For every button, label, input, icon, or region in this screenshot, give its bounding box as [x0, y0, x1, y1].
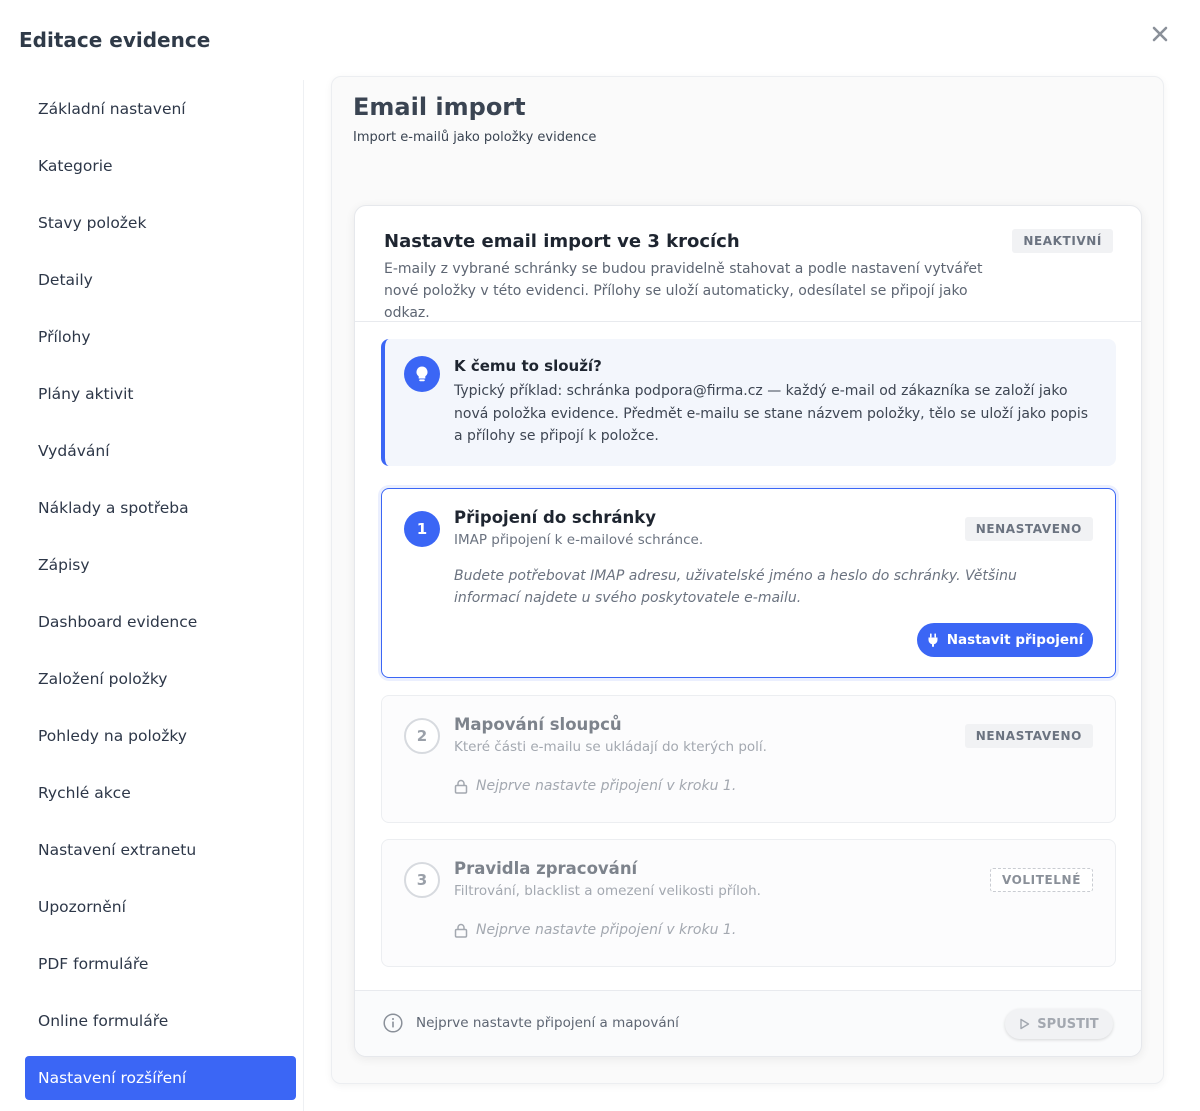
info-title: K čemu to slouží?	[454, 357, 602, 375]
info-box: K čemu to slouží? Typický příklad: schrá…	[381, 339, 1116, 466]
sidebar-item-naklady-a-spotreba[interactable]: Náklady a spotřeba	[25, 486, 296, 530]
step-card-connection: 1 Připojení do schránky IMAP připojení k…	[381, 488, 1116, 678]
page-subtitle: Import e-mailů jako položky evidence	[353, 130, 597, 145]
locked-text: Nejprve nastavte připojení v kroku 1.	[476, 778, 737, 794]
sidebar-item-zapisy[interactable]: Zápisy	[25, 543, 296, 587]
play-icon	[1020, 1018, 1030, 1030]
setup-description: E-maily z vybrané schránky se budou prav…	[384, 261, 983, 321]
setup-connection-label: Nastavit připojení	[946, 632, 1084, 648]
setup-header: Nastavte email import ve 3 krocích E-mai…	[355, 206, 1141, 322]
step-number: 3	[404, 862, 440, 898]
setup-card: Nastavte email import ve 3 krocích E-mai…	[354, 205, 1142, 1057]
lock-icon	[454, 779, 468, 794]
setup-connection-button[interactable]: Nastavit připojení	[917, 623, 1093, 657]
step-subtitle: Filtrování, blacklist a omezení velikost…	[454, 883, 761, 899]
sidebar: Základní nastavení Kategorie Stavy polož…	[0, 80, 304, 1111]
step-subtitle: IMAP připojení k e-mailové schránce.	[454, 532, 704, 548]
sidebar-item-plany-aktivit[interactable]: Plány aktivit	[25, 372, 296, 416]
locked-message: Nejprve nastavte připojení v kroku 1.	[454, 922, 736, 938]
step-number: 1	[404, 511, 440, 547]
step-note: Budete potřebovat IMAP adresu, uživatels…	[454, 568, 1017, 606]
sidebar-item-rychle-akce[interactable]: Rychlé akce	[25, 771, 296, 815]
sidebar-item-pdf-formulare[interactable]: PDF formuláře	[25, 942, 296, 986]
close-icon[interactable]	[1148, 22, 1172, 46]
locked-text: Nejprve nastavte připojení v kroku 1.	[476, 922, 737, 938]
sidebar-item-kategorie[interactable]: Kategorie	[25, 144, 296, 188]
step-status-badge: NENASTAVENO	[964, 517, 1093, 541]
sidebar-item-nastaveni-rozsireni[interactable]: Nastavení rozšíření	[25, 1056, 296, 1100]
sidebar-item-vydavani[interactable]: Vydávání	[25, 429, 296, 473]
locked-message: Nejprve nastavte připojení v kroku 1.	[454, 778, 736, 794]
sidebar-item-stavy-polozek[interactable]: Stavy položek	[25, 201, 296, 245]
setup-title: Nastavte email import ve 3 krocích	[384, 231, 740, 252]
step-title: Připojení do schránky	[454, 508, 657, 527]
lightbulb-icon	[404, 356, 440, 392]
sidebar-item-dashboard-evidence[interactable]: Dashboard evidence	[25, 600, 296, 644]
step-title: Pravidla zpracování	[454, 859, 638, 878]
run-button[interactable]: SPUSTIT	[1005, 1009, 1113, 1039]
info-text: Typický příklad: schránka podpora@firma.…	[454, 383, 1089, 444]
step-number: 2	[404, 718, 440, 754]
step-title: Mapování sloupců	[454, 715, 622, 734]
sidebar-item-detaily[interactable]: Detaily	[25, 258, 296, 302]
sidebar-item-prilohy[interactable]: Přílohy	[25, 315, 296, 359]
lock-icon	[454, 923, 468, 938]
setup-footer: Nejprve nastavte připojení a mapování SP…	[355, 990, 1141, 1056]
sidebar-item-online-formulare[interactable]: Online formuláře	[25, 999, 296, 1043]
step-optional-badge: VOLITELNÉ	[989, 868, 1093, 892]
email-import-panel: Email import Import e-mailů jako položky…	[331, 76, 1164, 1084]
page-title: Email import	[353, 93, 526, 121]
status-badge: NEAKTIVNÍ	[1012, 229, 1113, 253]
sidebar-item-upozorneni[interactable]: Upozornění	[25, 885, 296, 929]
footer-message-text: Nejprve nastavte připojení a mapování	[416, 1015, 679, 1031]
run-button-label: SPUSTIT	[1037, 1016, 1099, 1032]
sidebar-item-zakladni-nastaveni[interactable]: Základní nastavení	[25, 87, 296, 131]
sidebar-item-zalozeni-polozky[interactable]: Založení položky	[25, 657, 296, 701]
step-status-badge: NENASTAVENO	[964, 724, 1093, 748]
step-subtitle: Které části e-mailu se ukládají do který…	[454, 739, 767, 755]
sidebar-item-pohledy-na-polozky[interactable]: Pohledy na položky	[25, 714, 296, 758]
info-icon	[383, 1013, 403, 1033]
step-card-mapping: 2 Mapování sloupců Které části e-mailu s…	[381, 695, 1116, 823]
footer-message: Nejprve nastavte připojení a mapování	[383, 1013, 679, 1033]
sidebar-item-nastaveni-extranetu[interactable]: Nastavení extranetu	[25, 828, 296, 872]
dialog-title: Editace evidence	[19, 28, 211, 52]
step-card-rules: 3 Pravidla zpracování Filtrování, blackl…	[381, 839, 1116, 967]
plug-icon	[928, 633, 938, 647]
